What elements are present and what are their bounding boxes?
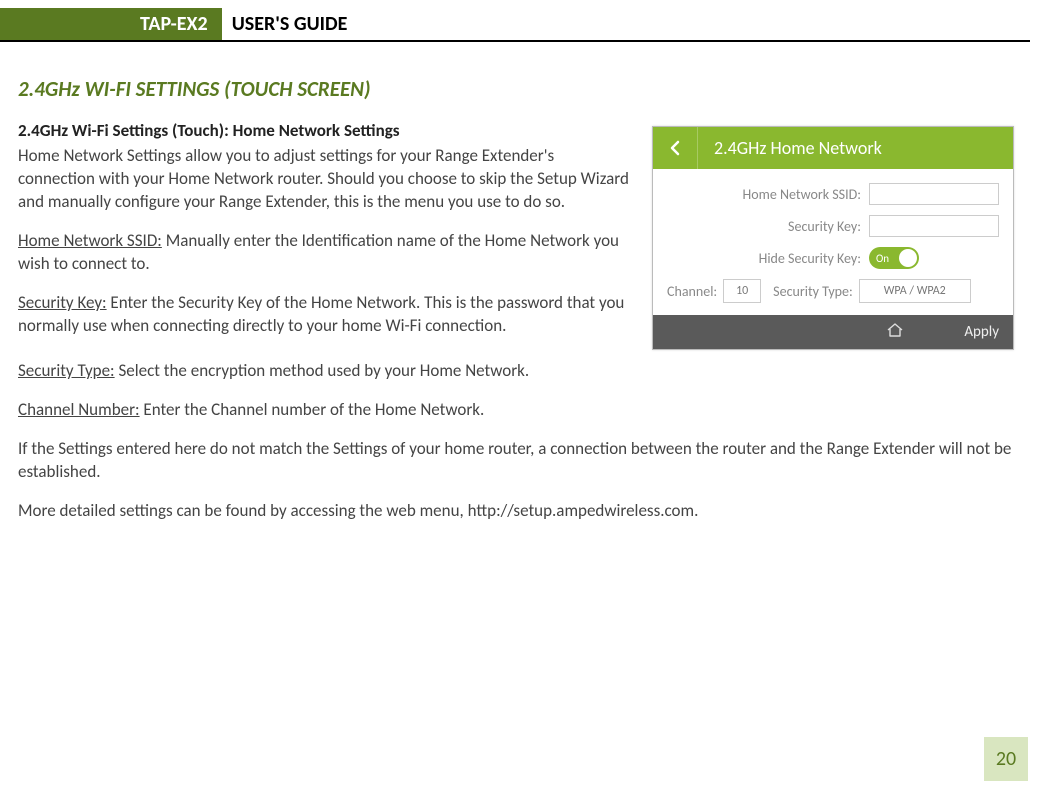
sectype-label: Security Type: (18, 360, 115, 381)
ssid-row: Home Network SSID: (667, 183, 999, 205)
channel-input[interactable]: 10 (723, 279, 761, 303)
page-number: 20 (984, 737, 1028, 781)
hidekey-field-label: Hide Security Key: (759, 250, 861, 267)
warning-text: If the Settings entered here do not matc… (18, 438, 1014, 484)
seckey-label: Security Key: (18, 292, 107, 313)
seckey-text: Enter the Security Key of the Home Netwo… (18, 292, 624, 336)
doc-header: TAP-EX2 USER'S GUIDE (0, 8, 1030, 42)
channel-row: Channel: 10 Security Type: WPA / WPA2 (667, 279, 999, 303)
apply-button[interactable]: Apply (964, 323, 999, 341)
ssid-input[interactable] (869, 183, 999, 205)
touchscreen-figure: 2.4GHz Home Network Home Network SSID: S… (652, 126, 1014, 350)
header-spacer (0, 8, 130, 40)
toggle-state: On (876, 252, 889, 265)
hidekey-toggle[interactable]: On (869, 247, 919, 269)
sectype-select[interactable]: WPA / WPA2 (859, 279, 971, 303)
more-text: More detailed settings can be found by a… (18, 500, 1014, 523)
figure-header: 2.4GHz Home Network (653, 127, 1013, 169)
doc-title: USER'S GUIDE (222, 8, 348, 40)
seckey-row: Security Key: (667, 215, 999, 237)
channel-label: Channel: (667, 283, 717, 300)
seckey-input[interactable] (869, 215, 999, 237)
sectype-def: Security Type: Select the encryption met… (18, 360, 1014, 383)
product-tag: TAP-EX2 (130, 8, 222, 40)
chan-text: Enter the Channel number of the Home Net… (140, 399, 485, 420)
figure-footer: Apply (653, 315, 1013, 349)
hidekey-row: Hide Security Key: On (667, 247, 999, 269)
chevron-left-icon (667, 140, 683, 156)
chan-def: Channel Number: Enter the Channel number… (18, 399, 1014, 422)
back-button[interactable] (653, 127, 698, 169)
figure-body: Home Network SSID: Security Key: Hide Se… (653, 169, 1013, 315)
ssid-label: Home Network SSID: (18, 230, 162, 251)
ssid-field-label: Home Network SSID: (743, 186, 861, 203)
sectype-text: Select the encryption method used by you… (115, 360, 530, 381)
home-icon[interactable] (886, 321, 904, 344)
toggle-knob (899, 249, 917, 267)
figure-title: 2.4GHz Home Network (698, 137, 882, 159)
section-title: 2.4GHz WI-FI SETTINGS (TOUCH SCREEN) (18, 76, 1014, 102)
chan-label: Channel Number: (18, 399, 140, 420)
seckey-field-label: Security Key: (788, 218, 861, 235)
sectype-field-label: Security Type: (773, 283, 853, 300)
page-content: 2.4GHz WI-FI SETTINGS (TOUCH SCREEN) 2.4… (0, 42, 1042, 523)
